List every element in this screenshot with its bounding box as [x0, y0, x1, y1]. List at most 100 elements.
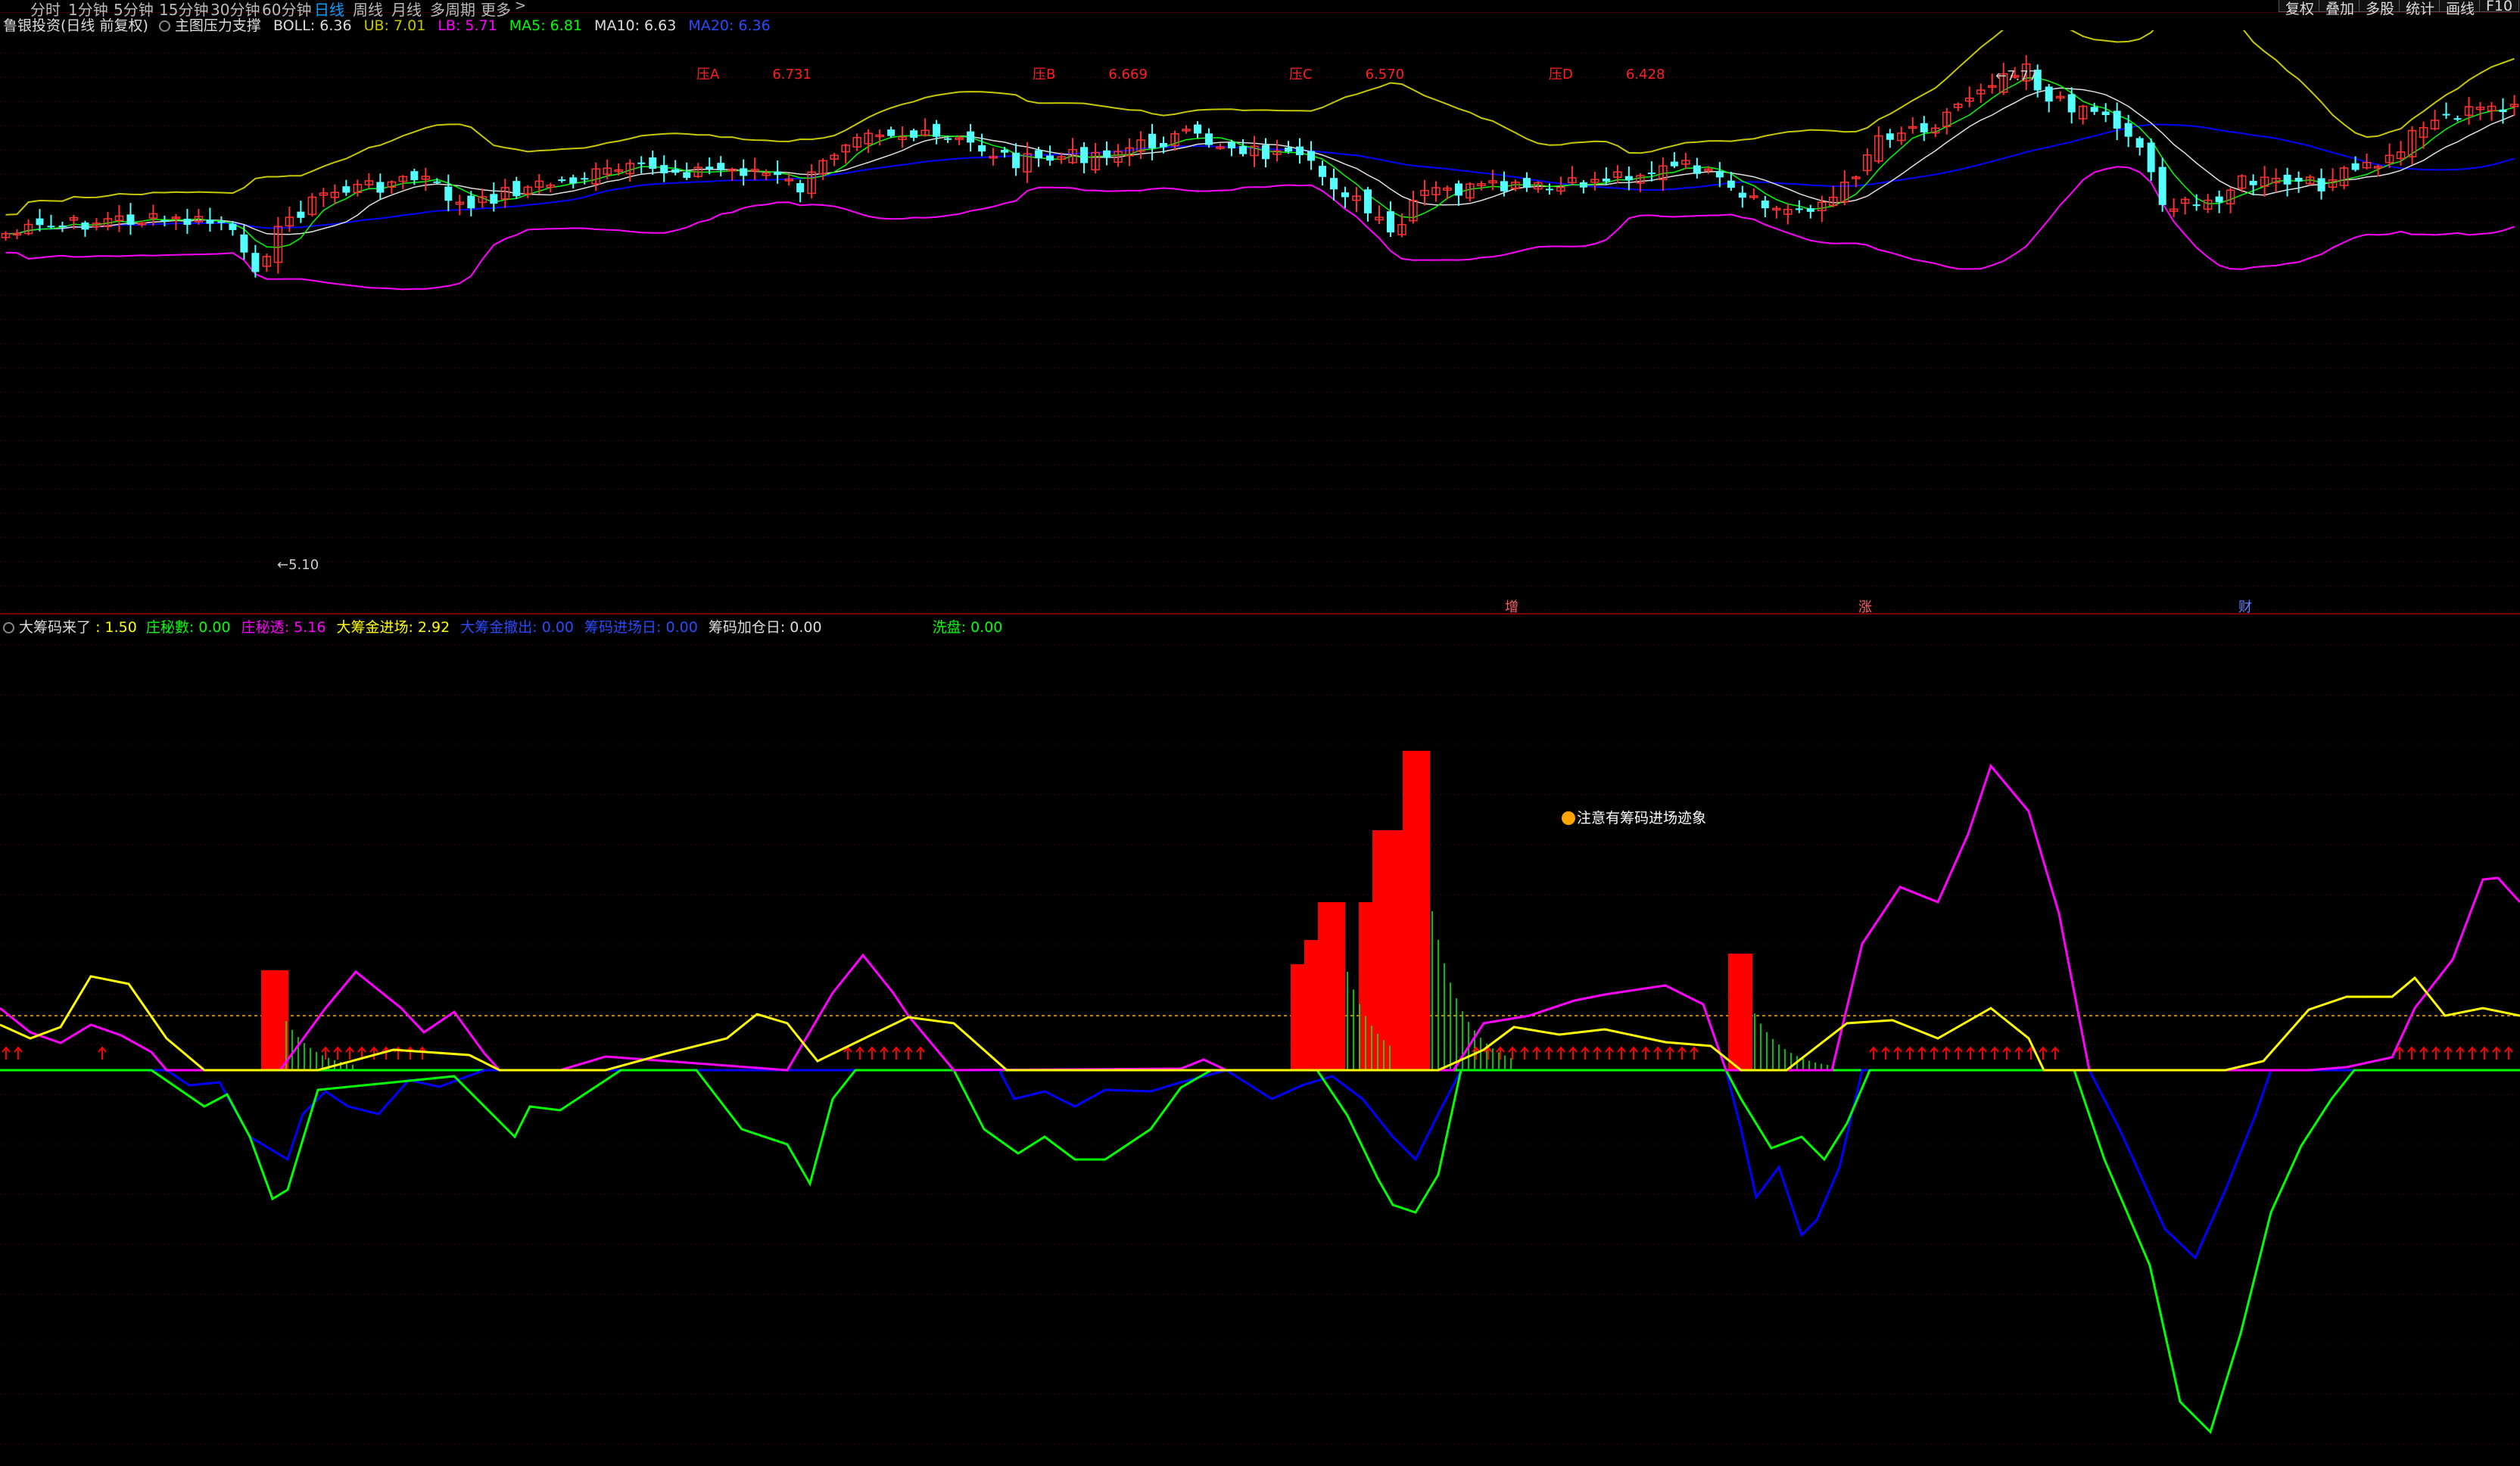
candle-body — [1284, 147, 1292, 152]
up-arrow-icon — [14, 1046, 23, 1060]
candle-body — [2147, 142, 2155, 173]
up-arrow-icon — [1966, 1046, 1975, 1060]
candle-body — [2294, 177, 2303, 182]
candle-body — [81, 223, 89, 230]
up-arrow-icon — [1869, 1046, 1878, 1060]
candle-body — [2192, 204, 2201, 207]
candle-body — [2067, 94, 2076, 113]
candle-body — [433, 181, 441, 183]
up-arrow-icon — [1581, 1046, 1590, 1060]
indicator-chart[interactable] — [0, 615, 2520, 1466]
up-arrow-icon — [1881, 1046, 1890, 1060]
stats-button[interactable]: 统计 — [2399, 0, 2442, 17]
candle-body — [1160, 143, 1168, 148]
candle-body — [126, 214, 135, 225]
up-arrow-icon — [904, 1046, 913, 1060]
up-arrow-icon — [1990, 1046, 1999, 1060]
candle-body — [581, 178, 589, 180]
candle-body — [206, 219, 214, 224]
candle-body — [36, 218, 44, 226]
candle-body — [297, 211, 305, 218]
more-chevron-icon[interactable]: > — [515, 0, 526, 14]
candle-body — [1795, 208, 1803, 210]
candle-body — [1693, 165, 1701, 174]
up-arrow-icon — [418, 1046, 427, 1060]
up-arrow-icon — [1544, 1046, 1553, 1060]
candle-body — [1261, 145, 1269, 160]
candle-body — [444, 186, 453, 201]
chip-entry-bar — [1318, 902, 1345, 1070]
candlestick-chart[interactable] — [0, 30, 2520, 613]
candle-body — [2317, 178, 2325, 191]
up-arrow-icon — [1641, 1046, 1650, 1060]
up-arrow-icon — [1942, 1046, 1951, 1060]
candle-body — [1579, 182, 1587, 188]
candle-body — [933, 123, 941, 137]
candle-body — [229, 223, 237, 230]
candle-body — [740, 168, 748, 176]
candle-body — [569, 177, 578, 184]
candle-body — [1806, 208, 1814, 212]
up-arrow-icon — [345, 1046, 354, 1060]
candle-body — [1386, 211, 1394, 233]
low-price-mark: ←5.10 — [277, 557, 319, 573]
up-arrow-icon — [2051, 1046, 2060, 1060]
f10-button[interactable]: F10 — [2479, 0, 2520, 14]
candle-body — [944, 138, 952, 140]
draw-line-button[interactable]: 画线 — [2439, 0, 2482, 17]
candle-body — [2249, 181, 2257, 185]
up-arrow-icon — [2, 1046, 11, 1060]
candle-body — [2215, 196, 2223, 203]
candle-body — [160, 219, 169, 222]
candle-body — [1761, 200, 1769, 209]
candle-body — [1318, 166, 1326, 177]
up-arrow-icon — [1954, 1046, 1963, 1060]
candle-body — [1148, 133, 1157, 148]
chip-entry-bar — [1403, 751, 1430, 1070]
candle-body — [217, 221, 226, 223]
candle-body — [2124, 123, 2132, 137]
up-arrow-icon — [843, 1046, 852, 1060]
magenta-indicator-line — [0, 763, 2520, 1072]
candle-body — [910, 130, 918, 139]
candle-body — [2045, 86, 2053, 102]
candle-body — [2351, 163, 2360, 170]
up-arrow-icon — [2504, 1046, 2513, 1060]
pressure-label-b: 压B 6.669 — [1033, 67, 1148, 82]
multi-stock-button[interactable]: 多股 — [2359, 0, 2402, 17]
up-arrow-icon — [855, 1046, 864, 1060]
up-arrow-icon — [1593, 1046, 1602, 1060]
candle-body — [1239, 145, 1248, 154]
up-arrow-icon — [1917, 1046, 1927, 1060]
chip-entry-bar — [1372, 830, 1403, 1070]
ma5-line — [5, 77, 2515, 248]
candle-body — [1647, 173, 1656, 175]
adjust-button[interactable]: 复权 — [2279, 0, 2322, 17]
up-arrow-icon — [916, 1046, 925, 1060]
candle-body — [1329, 178, 1338, 190]
candle-body — [1624, 176, 1633, 181]
up-arrow-icon — [1556, 1046, 1565, 1060]
pressure-label-d: 压D 6.428 — [1549, 67, 1665, 82]
up-arrow-icon — [1677, 1046, 1687, 1060]
up-arrow-icon — [2419, 1046, 2428, 1060]
pressure-label-a: 压A 6.731 — [696, 67, 811, 82]
up-arrow-icon — [2444, 1046, 2453, 1060]
candle-body — [1001, 149, 1009, 153]
up-arrow-icon — [1905, 1046, 1914, 1060]
up-arrow-icon — [2492, 1046, 2501, 1060]
up-arrow-icon — [2431, 1046, 2441, 1060]
candle-body — [717, 163, 725, 170]
candle-body — [2090, 107, 2098, 112]
up-arrow-icon — [1508, 1046, 1517, 1060]
overlay-button[interactable]: 叠加 — [2319, 0, 2362, 17]
up-arrow-icon — [406, 1046, 415, 1060]
candle-body — [1080, 147, 1089, 163]
candle-body — [342, 186, 350, 193]
candle-body — [887, 129, 896, 136]
candle-body — [1012, 152, 1020, 169]
candle-body — [490, 194, 498, 204]
up-arrow-icon — [1690, 1046, 1699, 1060]
up-arrow-icon — [2468, 1046, 2477, 1060]
candle-body — [796, 183, 805, 193]
